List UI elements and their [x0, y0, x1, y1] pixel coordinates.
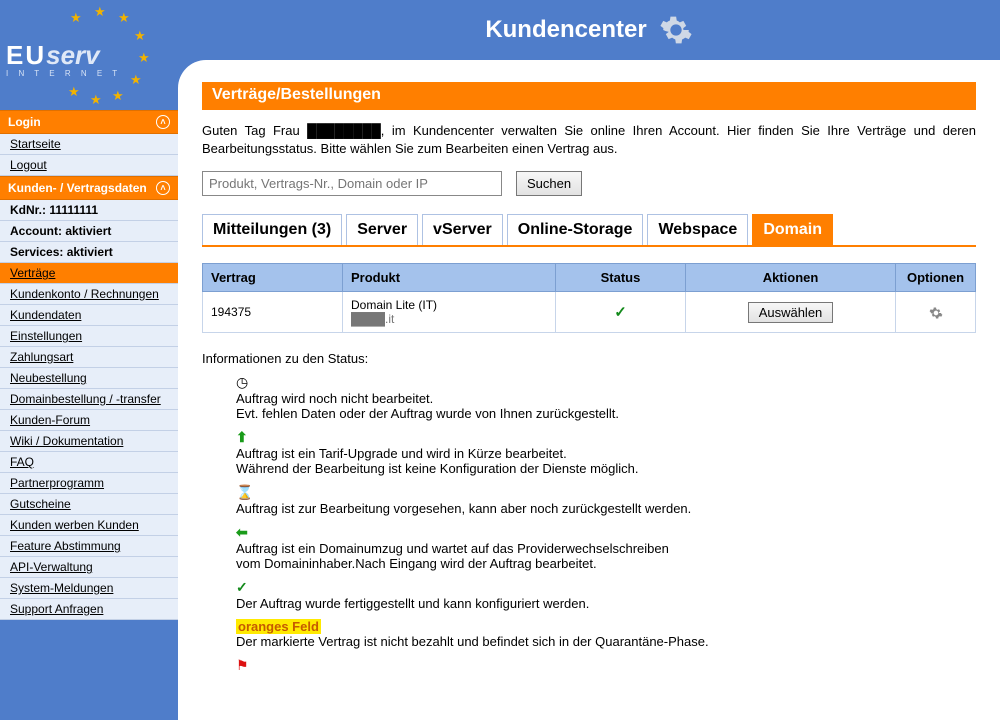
arrow-up-icon: ⬆: [236, 429, 254, 446]
status-text: Der markierte Vertrag ist nicht bezahlt …: [236, 634, 976, 649]
flag-icon: ⚑: [236, 657, 254, 674]
intro-text: Guten Tag Frau ████████, im Kundencenter…: [202, 122, 976, 157]
sidebar-section-login[interactable]: Login ˄: [0, 110, 178, 134]
sidebar-item-zahlungsart[interactable]: Zahlungsart: [0, 347, 178, 368]
sidebar-item-startseite[interactable]: Startseite: [0, 134, 178, 155]
contracts-table: Vertrag Produkt Status Aktionen Optionen…: [202, 263, 976, 333]
status-text: Während der Bearbeitung ist keine Konfig…: [236, 461, 976, 476]
chevron-up-icon: ˄: [156, 115, 170, 129]
sidebar-item-systemmeldungen[interactable]: System-Meldungen: [0, 578, 178, 599]
chevron-up-icon: ˄: [156, 181, 170, 195]
gear-icon: [659, 13, 693, 47]
search-input[interactable]: [202, 171, 502, 196]
page-title: Verträge/Bestellungen: [202, 82, 976, 110]
tab-webspace[interactable]: Webspace: [647, 214, 748, 245]
status-text: Auftrag ist ein Domainumzug und wartet a…: [236, 541, 976, 556]
arrow-left-icon: ⬅: [236, 524, 254, 541]
check-icon: ✓: [614, 304, 627, 321]
sidebar-item-faq[interactable]: FAQ: [0, 452, 178, 473]
sidebar-item-partnerprogramm[interactable]: Partnerprogramm: [0, 473, 178, 494]
status-text: Evt. fehlen Daten oder der Auftrag wurde…: [236, 406, 976, 421]
select-button[interactable]: Auswählen: [748, 302, 834, 323]
sidebar-kd-label: Kunden- / Vertragsdaten: [8, 181, 147, 195]
search-button[interactable]: Suchen: [516, 171, 582, 196]
sidebar-item-vertraege[interactable]: Verträge: [0, 263, 178, 284]
sidebar-account-status: Account: aktiviert: [0, 221, 178, 242]
th-optionen: Optionen: [896, 264, 976, 292]
app-header: Kundencenter: [178, 0, 1000, 60]
tabs: Mitteilungen (3) Server vServer Online-S…: [202, 214, 976, 247]
sidebar-item-kundenforum[interactable]: Kunden-Forum: [0, 410, 178, 431]
cell-optionen: [896, 292, 976, 333]
sidebar-item-neubestellung[interactable]: Neubestellung: [0, 368, 178, 389]
sidebar-item-wiki[interactable]: Wiki / Dokumentation: [0, 431, 178, 452]
logo-eu: EU: [6, 40, 46, 70]
status-text: vom Domaininhaber.Nach Eingang wird der …: [236, 556, 976, 571]
cell-vertrag: 194375: [203, 292, 343, 333]
sidebar-item-gutscheine[interactable]: Gutscheine: [0, 494, 178, 515]
orange-marker: oranges Feld: [236, 619, 321, 634]
th-vertrag: Vertrag: [203, 264, 343, 292]
sidebar-item-domainbestellung[interactable]: Domainbestellung / -transfer: [0, 389, 178, 410]
tab-server[interactable]: Server: [346, 214, 418, 245]
sidebar-item-kundendaten[interactable]: Kundendaten: [0, 305, 178, 326]
status-legend: ◷ Auftrag wird noch nicht bearbeitet. Ev…: [236, 374, 976, 674]
gear-icon[interactable]: [929, 306, 943, 320]
logo-serv: serv: [46, 40, 100, 70]
app-title: Kundencenter: [485, 16, 646, 44]
tab-vserver[interactable]: vServer: [422, 214, 503, 245]
sidebar-item-support[interactable]: Support Anfragen: [0, 599, 178, 620]
status-text: Auftrag wird noch nicht bearbeitet.: [236, 391, 976, 406]
cell-status: ✓: [556, 292, 686, 333]
sidebar-item-kundenkonto[interactable]: Kundenkonto / Rechnungen: [0, 284, 178, 305]
th-status: Status: [556, 264, 686, 292]
status-heading: Informationen zu den Status:: [202, 351, 976, 366]
th-aktionen: Aktionen: [686, 264, 896, 292]
produkt-domain: ████.it: [351, 312, 547, 326]
table-row: 194375 Domain Lite (IT) ████.it ✓ Auswäh…: [203, 292, 976, 333]
clock-icon: ◷: [236, 374, 254, 391]
sidebar-section-kundendaten[interactable]: Kunden- / Vertragsdaten ˄: [0, 176, 178, 200]
tab-online-storage[interactable]: Online-Storage: [507, 214, 644, 245]
hourglass-icon: ⌛: [236, 484, 254, 501]
sidebar-item-api[interactable]: API-Verwaltung: [0, 557, 178, 578]
sidebar-item-einstellungen[interactable]: Einstellungen: [0, 326, 178, 347]
cell-aktionen: Auswählen: [686, 292, 896, 333]
sidebar-kdnr: KdNr.: 11111111: [0, 200, 178, 221]
tab-domain[interactable]: Domain: [752, 214, 833, 245]
status-text: Der Auftrag wurde fertiggestellt und kan…: [236, 596, 976, 611]
produkt-name: Domain Lite (IT): [351, 298, 547, 312]
cell-produkt: Domain Lite (IT) ████.it: [343, 292, 556, 333]
sidebar-service-status: Services: aktiviert: [0, 242, 178, 263]
th-produkt: Produkt: [343, 264, 556, 292]
tab-mitteilungen[interactable]: Mitteilungen (3): [202, 214, 342, 245]
logo: ★ ★ ★ ★ ★ ★ ★ ★ ★ EUserv I N T E R N E T: [0, 0, 178, 110]
sidebar-item-kundenwerben[interactable]: Kunden werben Kunden: [0, 515, 178, 536]
status-text: Auftrag ist ein Tarif-Upgrade und wird i…: [236, 446, 976, 461]
sidebar-item-feature-abstimmung[interactable]: Feature Abstimmung: [0, 536, 178, 557]
sidebar-item-logout[interactable]: Logout: [0, 155, 178, 176]
logo-subtitle: I N T E R N E T: [6, 69, 172, 78]
check-icon: ✓: [236, 579, 254, 596]
status-text: Auftrag ist zur Bearbeitung vorgesehen, …: [236, 501, 976, 516]
sidebar-login-label: Login: [8, 115, 41, 129]
